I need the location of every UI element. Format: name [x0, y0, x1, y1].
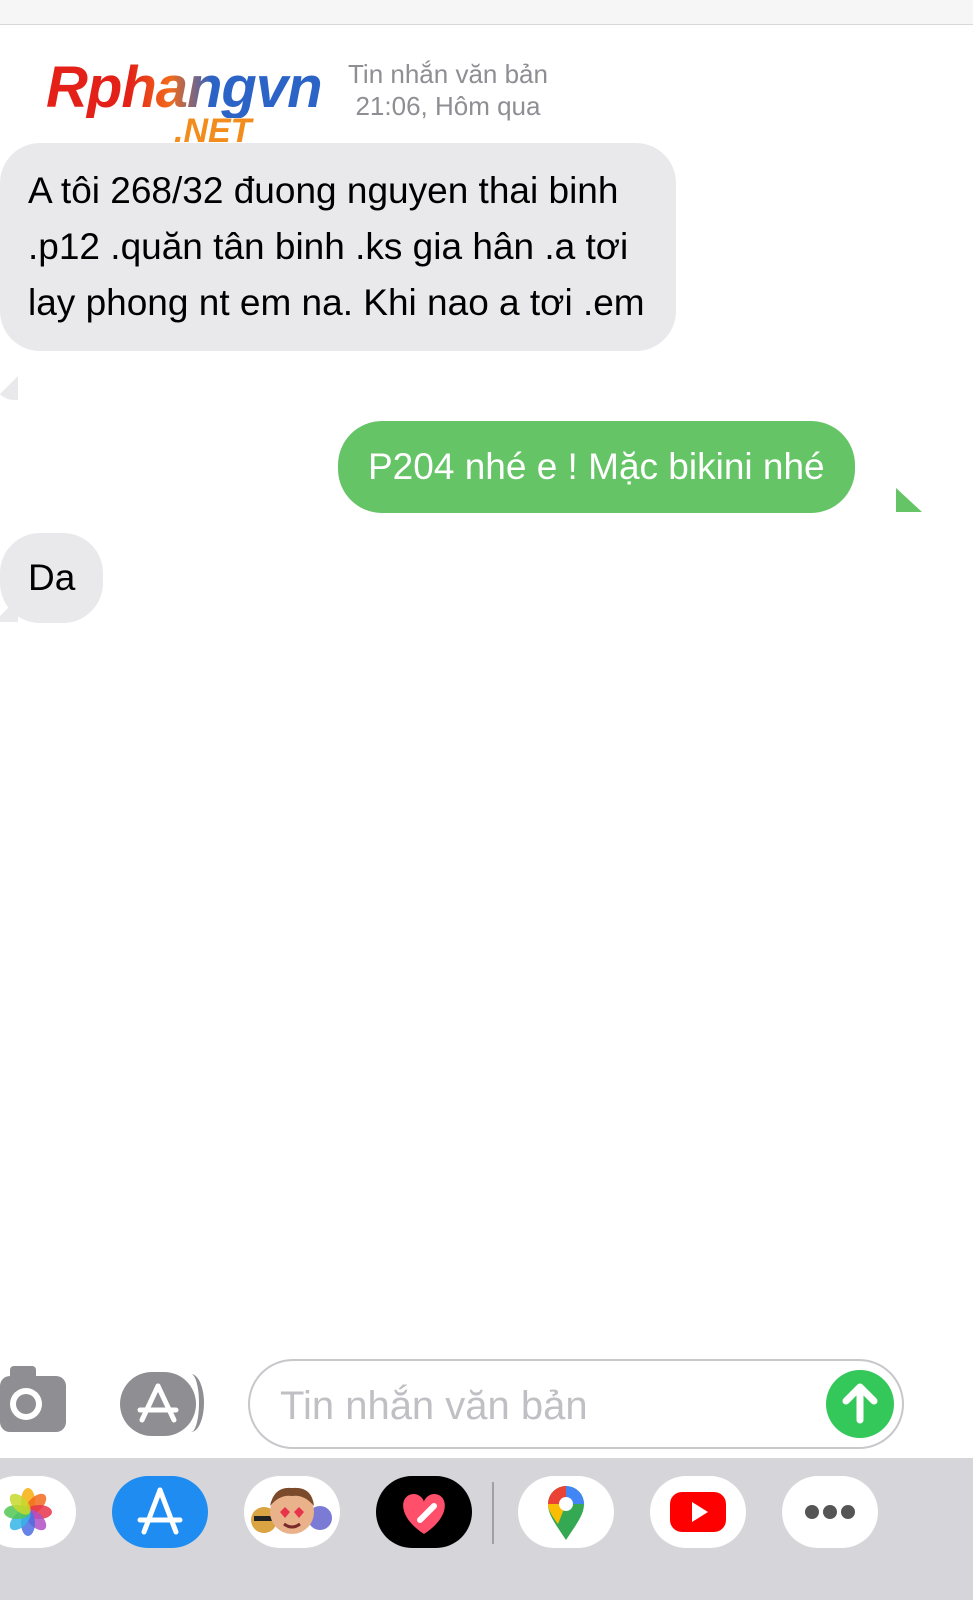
memoji-icon[interactable]	[244, 1476, 340, 1548]
message-input-field[interactable]	[248, 1359, 904, 1449]
digital-touch-icon[interactable]	[376, 1476, 472, 1548]
message-timestamp: 21:06, Hôm qua	[355, 91, 541, 121]
tray-separator	[492, 1482, 494, 1544]
watermark-logo: Rphangvn .NET	[46, 55, 346, 151]
apps-button-edge	[178, 1374, 204, 1432]
message-type-label: Tin nhắn văn bản	[348, 59, 548, 89]
outgoing-message-bubble[interactable]: P204 nhé e ! Mặc bikini nhé	[338, 421, 855, 513]
send-button[interactable]	[826, 1370, 894, 1438]
camera-icon[interactable]	[0, 1366, 66, 1432]
message-input[interactable]	[278, 1379, 812, 1433]
message-composer	[0, 1356, 973, 1456]
youtube-icon[interactable]	[650, 1476, 746, 1548]
message-text: A tôi 268/32 đuong nguyen thai binh .p12…	[28, 170, 645, 323]
bubble-tail	[896, 488, 922, 512]
arrow-up-icon	[842, 1383, 878, 1424]
bubble-tail	[0, 376, 18, 400]
message-text: P204 nhé e ! Mặc bikini nhé	[368, 446, 825, 487]
app-drawer	[0, 1458, 973, 1600]
message-text: Da	[28, 557, 76, 598]
more-icon[interactable]	[782, 1476, 878, 1548]
conversation-header: Tin nhắn văn bản 21:06, Hôm qua	[348, 58, 548, 122]
incoming-message-bubble[interactable]: A tôi 268/32 đuong nguyen thai binh .p12…	[0, 143, 676, 351]
watermark-brand: Rphangvn	[46, 55, 323, 120]
google-maps-icon[interactable]	[518, 1476, 614, 1548]
top-bar	[0, 0, 973, 25]
app-store-icon[interactable]	[112, 1476, 208, 1548]
app-store-icon	[137, 1383, 179, 1423]
photos-icon[interactable]	[0, 1476, 76, 1548]
